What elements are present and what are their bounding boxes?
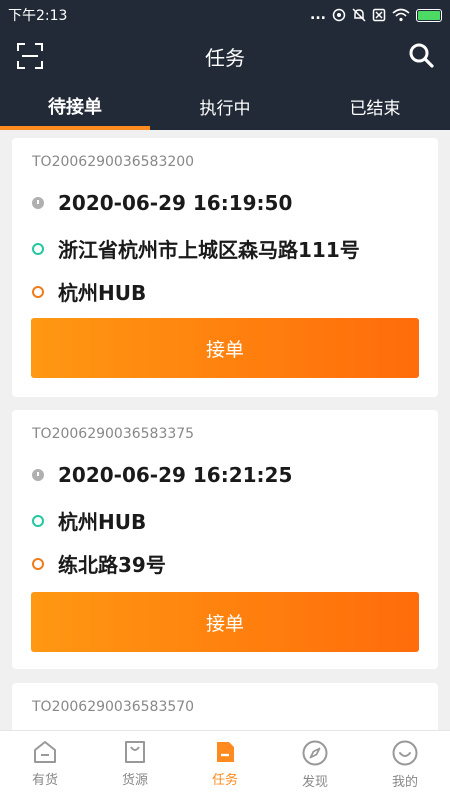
status-bar: 下午2:13 ... xyxy=(0,0,450,30)
nav-item-goods[interactable]: 货源 xyxy=(90,731,180,800)
nav-item-profile[interactable]: 我的 xyxy=(360,731,450,800)
order-destination-row: 练北路39号 xyxy=(32,549,166,578)
order-destination: 练北路39号 xyxy=(58,553,166,577)
order-origin-row: 杭州HUB xyxy=(32,506,146,535)
clock-icon xyxy=(32,197,44,209)
location-icon xyxy=(332,8,346,22)
task-tabs: 待接单 执行中 已结束 xyxy=(0,82,450,130)
scan-icon[interactable] xyxy=(16,42,44,74)
nav-label: 发现 xyxy=(301,775,328,790)
smile-icon xyxy=(392,740,418,766)
order-number: TO2006290036583200 xyxy=(32,154,195,170)
nav-item-tasks[interactable]: 任务 xyxy=(180,731,270,800)
compass-icon xyxy=(302,740,328,766)
tab-finished[interactable]: 已结束 xyxy=(300,82,450,130)
order-destination-row: 杭州HUB xyxy=(32,277,146,306)
accept-order-button[interactable]: 接单 xyxy=(31,318,419,378)
order-destination: 杭州HUB xyxy=(58,281,147,305)
search-icon[interactable] xyxy=(408,42,434,72)
bottom-nav: 有货 货源 任务 发现 我的 xyxy=(0,730,450,800)
accept-order-button[interactable]: 接单 xyxy=(31,592,419,652)
task-icon xyxy=(217,742,234,762)
nav-label: 有货 xyxy=(31,773,58,788)
tab-pending[interactable]: 待接单 xyxy=(0,82,150,130)
order-card: TO2006290036583375 2020-06-29 16:21:25 杭… xyxy=(12,410,438,669)
origin-dot-icon xyxy=(32,242,44,255)
app-header: 任务 xyxy=(0,30,450,82)
tab-in-progress[interactable]: 执行中 xyxy=(150,82,300,130)
destination-dot-icon xyxy=(32,557,44,570)
order-time-row: 2020-06-29 16:21:25 xyxy=(32,463,292,487)
home-icon xyxy=(34,741,56,763)
battery-charging-icon xyxy=(416,8,442,22)
mute-icon xyxy=(352,8,366,22)
order-number: TO2006290036583570 xyxy=(32,699,195,715)
destination-dot-icon xyxy=(32,285,44,298)
sim-off-icon xyxy=(372,8,386,22)
order-origin: 杭州HUB xyxy=(58,510,147,534)
nav-label: 货源 xyxy=(121,773,148,788)
bag-icon xyxy=(125,741,145,763)
nav-item-home[interactable]: 有货 xyxy=(0,731,90,800)
order-time: 2020-06-29 16:21:25 xyxy=(58,463,293,487)
status-icons: ... xyxy=(310,7,442,23)
nav-item-discover[interactable]: 发现 xyxy=(270,731,360,800)
order-card: TO2006290036583570 xyxy=(12,683,438,730)
nav-label: 我的 xyxy=(391,775,418,790)
order-list[interactable]: TO2006290036583200 2020-06-29 16:19:50 浙… xyxy=(0,130,450,730)
order-time-row: 2020-06-29 16:19:50 xyxy=(32,191,292,215)
status-time: 下午2:13 xyxy=(8,8,68,24)
wifi-icon xyxy=(392,8,410,22)
order-time: 2020-06-29 16:19:50 xyxy=(58,191,293,215)
order-card: TO2006290036583200 2020-06-29 16:19:50 浙… xyxy=(12,138,438,397)
origin-dot-icon xyxy=(32,514,44,527)
clock-icon xyxy=(32,469,44,481)
order-origin: 浙江省杭州市上城区森马路111号 xyxy=(58,238,360,262)
page-title: 任务 xyxy=(205,45,245,70)
nav-label: 任务 xyxy=(211,773,238,788)
order-number: TO2006290036583375 xyxy=(32,426,195,442)
more-notifications-icon: ... xyxy=(310,7,326,23)
order-origin-row: 浙江省杭州市上城区森马路111号 xyxy=(32,234,360,263)
